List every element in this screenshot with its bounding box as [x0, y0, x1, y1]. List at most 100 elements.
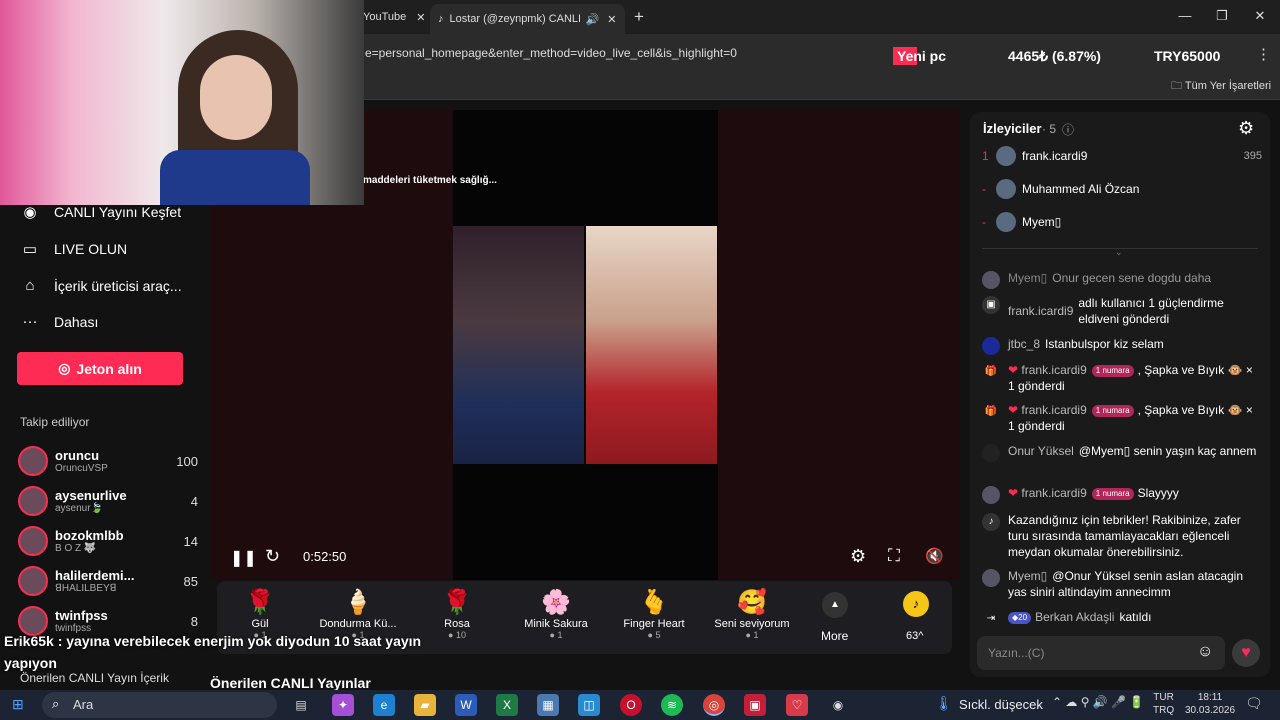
- close-window-icon[interactable]: ✕: [1250, 8, 1270, 24]
- chat-user[interactable]: Onur Yüksel: [1008, 444, 1074, 458]
- viewer-name: Myem▯: [1022, 215, 1062, 229]
- chat-user[interactable]: Myem▯: [1008, 271, 1047, 285]
- chat-settings-icon[interactable]: ⚙: [1238, 118, 1254, 139]
- tray-icons[interactable]: ⌃ ☁ ⚲ 🔊 🎤 🔋: [1052, 695, 1144, 709]
- chat-user[interactable]: Myem▯: [1008, 569, 1047, 583]
- tiktok-favicon-icon: ♪: [438, 13, 444, 25]
- avatar: [982, 569, 1000, 587]
- chat-input[interactable]: Yazın...(C): [988, 646, 1044, 660]
- gift-item[interactable]: 🌸 Minik Sakura ● 1: [511, 588, 601, 640]
- avatar: [996, 179, 1016, 199]
- fullscreen-icon[interactable]: ⛶: [888, 546, 900, 566]
- system-message: ♪ Kazandığınız için tebrikler! Rakibinize…: [982, 512, 1257, 560]
- all-bookmarks[interactable]: 🗀 Tüm Yer İşaretleri: [1171, 77, 1271, 96]
- opera-icon[interactable]: O: [620, 694, 642, 716]
- emoji-icon[interactable]: ☺: [1197, 643, 1213, 661]
- edge-icon[interactable]: e: [373, 694, 395, 716]
- info-icon[interactable]: ⓘ: [1062, 121, 1074, 138]
- chat-user[interactable]: frank.icardi9: [1021, 403, 1086, 417]
- windows-start-icon[interactable]: ⊞: [12, 696, 24, 713]
- pause-icon[interactable]: ❚❚: [230, 548, 257, 568]
- address-input[interactable]: e=personal_homepage&enter_method=video_l…: [365, 46, 737, 60]
- sakura-icon: 🌸: [541, 589, 571, 616]
- webcam-overlay: [0, 0, 364, 205]
- coin-icon[interactable]: ♪: [903, 591, 929, 617]
- viewer-score: 395: [1243, 150, 1262, 162]
- avatar: [18, 566, 48, 596]
- chat-message: ❤ frank.icardi9 1 numara Slayyyy: [982, 485, 1257, 504]
- red-app-icon[interactable]: ▣: [744, 694, 766, 716]
- nav-live-discover[interactable]: ◉ CANLI Yayını Keşfet: [20, 203, 181, 221]
- chat-user[interactable]: frank.icardi9: [1021, 486, 1086, 500]
- chrome-icon[interactable]: ◎: [703, 694, 725, 716]
- level-badge: ◆20: [1008, 611, 1032, 624]
- coin-balance[interactable]: 63^: [906, 630, 923, 642]
- viewer-row[interactable]: - Myem▯: [982, 212, 1262, 232]
- following-item[interactable]: aysenurlive aysenur🍃 4: [18, 484, 198, 518]
- ticker-label: Yeni pc: [897, 48, 947, 64]
- settings-icon[interactable]: ⚙: [850, 546, 866, 567]
- search-icon: ⌕: [52, 696, 60, 711]
- chat-user[interactable]: frank.icardi9: [1021, 363, 1086, 377]
- tab-active[interactable]: ♪ Lostar (@zeynpmk) CANLI Y 🔊 ✕: [430, 4, 625, 34]
- ice-cream-icon: 🍦: [343, 589, 373, 616]
- close-tab-icon[interactable]: ✕: [607, 13, 616, 26]
- nav-creator-tools[interactable]: ⌂ İçerik üreticisi araç...: [20, 277, 181, 294]
- viewer-row[interactable]: - Muhammed Ali Özcan: [982, 179, 1262, 199]
- calculator-icon[interactable]: ▦: [537, 694, 559, 716]
- webcam-face: [200, 55, 272, 140]
- chat-text: katıldı: [1119, 610, 1152, 624]
- taskbar-search-input[interactable]: Ara: [73, 697, 93, 712]
- copilot-icon[interactable]: ✦: [332, 694, 354, 716]
- speaker-icon[interactable]: 🔊: [586, 13, 600, 26]
- spotify-icon[interactable]: ≋: [661, 694, 683, 716]
- more-chevron-icon[interactable]: ▲: [822, 592, 848, 618]
- clock[interactable]: 18:11 30.03.2026: [1185, 691, 1235, 717]
- chat-message: Myem▯ @Onur Yüksel senin aslan atacagin y…: [982, 568, 1257, 600]
- expand-chevron-icon[interactable]: ⌄: [1115, 247, 1123, 258]
- gift-item[interactable]: 🥰 Seni seviyorum ● 1: [707, 588, 797, 640]
- following-item[interactable]: bozokmlbb B O Z 🐺 14: [18, 524, 198, 558]
- language-indicator[interactable]: TUR TRQ: [1153, 691, 1174, 717]
- nav-go-live[interactable]: ▭ LIVE OLUN: [20, 240, 127, 258]
- chat-text: Slayyyy: [1137, 486, 1179, 500]
- chat-user[interactable]: jtbc_8: [1008, 337, 1040, 351]
- stream-time: 0:52:50: [303, 549, 347, 564]
- word-icon[interactable]: W: [455, 694, 477, 716]
- tab-youtube[interactable]: YouTube ✕: [355, 4, 425, 30]
- following-item[interactable]: halilerdemi... ꓭHALILBEYꓭ 85: [18, 564, 198, 598]
- store-icon[interactable]: ◫: [578, 694, 600, 716]
- avatar: [996, 212, 1016, 232]
- camera-icon: ▭: [22, 241, 38, 258]
- nav-label: Dahası: [54, 313, 99, 330]
- excel-icon[interactable]: X: [496, 694, 518, 716]
- refresh-icon[interactable]: ↻: [265, 546, 280, 567]
- weather-text[interactable]: Sıckl. düşecek: [959, 697, 1043, 712]
- notification-icon[interactable]: 🗨: [1245, 695, 1263, 712]
- new-tab-icon[interactable]: +: [634, 7, 644, 27]
- like-heart-icon[interactable]: ♥: [1232, 639, 1260, 667]
- folder-icon: 🗀: [1171, 80, 1185, 92]
- coin-outline-icon: ◎: [58, 360, 71, 376]
- file-explorer-icon[interactable]: ▰: [414, 694, 436, 716]
- overlay-comment: Erik65k : yayına verebilecek enerjim yok…: [4, 633, 422, 671]
- menu-dots-icon[interactable]: ⋮: [1256, 45, 1271, 63]
- ticker-goal: TRY65000: [1154, 48, 1221, 64]
- chat-user[interactable]: frank.icardi9: [1008, 303, 1073, 327]
- mute-icon[interactable]: 🔇: [925, 547, 944, 565]
- following-item[interactable]: oruncu OruncuVSP 100: [18, 444, 198, 478]
- viewer-row[interactable]: 1 frank.icardi9 395: [982, 146, 1262, 166]
- more-gifts-button[interactable]: More: [821, 629, 848, 643]
- gift-item[interactable]: 🫰 Finger Heart ● 5: [609, 588, 699, 640]
- maximize-icon[interactable]: ❐: [1212, 8, 1232, 24]
- chat-user[interactable]: Berkan Akdaşli: [1035, 610, 1114, 624]
- task-view-icon[interactable]: ▤: [290, 694, 312, 716]
- following-name: aysenurlive: [55, 487, 127, 503]
- minimize-icon[interactable]: —: [1175, 8, 1195, 23]
- obs-icon[interactable]: ◉: [827, 694, 849, 716]
- pocket-icon[interactable]: ♡: [786, 694, 808, 716]
- viewer-rank: 1: [982, 149, 989, 163]
- nav-more[interactable]: ··· Dahası: [20, 313, 99, 330]
- get-coins-button[interactable]: ◎ Jeton alın: [17, 352, 183, 385]
- close-tab-icon[interactable]: ✕: [416, 11, 425, 24]
